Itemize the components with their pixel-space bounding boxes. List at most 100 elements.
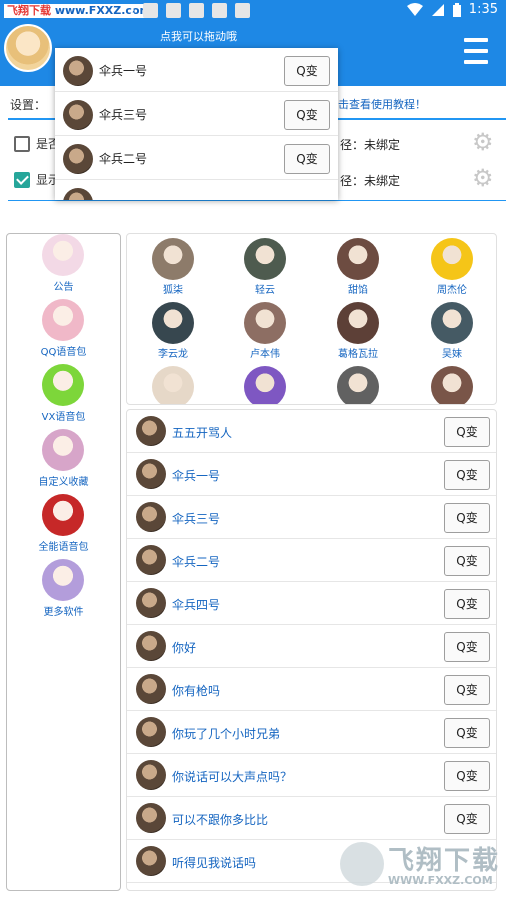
gear-icon[interactable]: ⚙ (472, 166, 496, 190)
menu-item-favorites[interactable]: 自定义收藏 (7, 429, 120, 493)
list-item[interactable]: 伞兵三号 Q变 (127, 496, 496, 539)
q-change-button[interactable]: Q变 (444, 804, 490, 834)
list-item[interactable]: 可以不跟你多比比 Q变 (127, 797, 496, 840)
gear-icon[interactable]: ⚙ (472, 130, 496, 154)
wifi-icon (406, 2, 423, 16)
avatar (136, 631, 166, 661)
voice-pack-card[interactable]: 甜馅 (313, 236, 403, 300)
q-change-button[interactable]: Q变 (444, 503, 490, 533)
path-status: 径：未绑定 (340, 138, 401, 152)
voice-pack-card[interactable]: 卢本伟 (220, 300, 310, 364)
download-icon: ⭳ (130, 2, 135, 18)
tutorial-link[interactable]: 击查看使用教程！ (338, 96, 426, 112)
q-change-button[interactable]: Q变 (444, 675, 490, 705)
voice-label: 你好 (172, 641, 197, 655)
avatar (136, 459, 166, 489)
voice-label: 伞兵二号 (172, 555, 221, 569)
voice-pack-avatar (337, 302, 379, 344)
q-change-button[interactable]: Q变 (444, 589, 490, 619)
voice-pack-label: 周杰伦 (437, 285, 467, 296)
avatar (63, 56, 93, 86)
voice-pack-label: 轻云 (255, 285, 275, 296)
voice-pack-card[interactable]: 李云龙 (128, 300, 218, 364)
q-change-button[interactable]: Q变 (284, 56, 330, 86)
list-item[interactable]: 伞兵一号 Q变 (55, 48, 338, 92)
watermark-name: 飞翔下载 (388, 846, 501, 876)
list-item[interactable]: 伞兵二号 Q变 (55, 136, 338, 180)
voice-label: 你有枪吗 (172, 684, 221, 698)
status-bar: 飞翔下载 www.FXXZ.com ⭳ 1:35 (0, 0, 506, 22)
avatar (136, 803, 166, 833)
wechat-icon (42, 364, 84, 406)
list-item[interactable]: 你好 Q变 (127, 625, 496, 668)
list-item[interactable] (55, 180, 338, 200)
q-change-button[interactable]: Q变 (444, 718, 490, 748)
checkbox[interactable] (14, 135, 30, 152)
avatar (136, 416, 166, 446)
favorites-icon (42, 429, 84, 471)
avatar (63, 144, 93, 174)
voice-pack-avatar (431, 366, 473, 404)
q-change-button[interactable]: Q变 (444, 417, 490, 447)
avatar[interactable] (4, 24, 52, 72)
voice-pack-card[interactable] (407, 364, 496, 404)
battery-icon (452, 2, 461, 17)
voice-pack-card[interactable]: 吴妹 (407, 300, 496, 364)
voice-pack-label: 甜馅 (348, 285, 368, 296)
q-change-button[interactable]: Q变 (444, 546, 490, 576)
voice-pack-card[interactable]: 葛格瓦拉 (313, 300, 403, 364)
voice-pack-card[interactable]: 狐柒 (128, 236, 218, 300)
voice-pack-card[interactable] (220, 364, 310, 404)
list-item[interactable]: 五五开骂人 Q变 (127, 410, 496, 453)
voice-label: 可以不跟你多比比 (172, 813, 269, 827)
list-item[interactable]: 伞兵三号 Q变 (55, 92, 338, 136)
voice-pack-avatar (152, 302, 194, 344)
list-item[interactable]: 伞兵四号 Q变 (127, 582, 496, 625)
list-item[interactable]: 你有枪吗 Q变 (127, 668, 496, 711)
menu-item-qq-voice[interactable]: QQ语音包 (7, 299, 120, 363)
category-menu: 公告 QQ语音包 VX语音包 自定义收藏 全能语音包 更多软件 (6, 233, 121, 891)
watermark-brand: 飞翔下载 (7, 4, 51, 17)
avatar (63, 188, 93, 200)
setting-row-2[interactable]: 显示 (14, 171, 60, 188)
menu-item-all-voice[interactable]: 全能语音包 (7, 494, 120, 558)
voice-label: 伞兵一号 (99, 64, 148, 78)
menu-item-announcement[interactable]: 公告 (7, 234, 120, 298)
drag-hint[interactable]: 点我可以拖动哦 (160, 28, 237, 44)
watermark-logo-icon (340, 842, 384, 886)
voice-pack-card[interactable]: 周杰伦 (407, 236, 496, 300)
voice-pack-avatar (431, 302, 473, 344)
voice-pack-avatar (244, 366, 286, 404)
list-item[interactable]: 你说话可以大声点吗？ Q变 (127, 754, 496, 797)
watermark-bottom: 飞翔下载 WWW.FXXZ.COM (340, 838, 502, 894)
menu-item-vx-voice[interactable]: VX语音包 (7, 364, 120, 428)
menu-item-more-apps[interactable]: 更多软件 (7, 559, 120, 623)
q-change-button[interactable]: Q变 (444, 632, 490, 662)
menu-icon[interactable] (464, 38, 488, 64)
list-item[interactable]: 伞兵一号 Q变 (127, 453, 496, 496)
voice-pack-card[interactable]: 轻云 (220, 236, 310, 300)
voice-label: 伞兵二号 (99, 152, 148, 166)
voice-pack-label: 葛格瓦拉 (338, 349, 378, 360)
floating-dropdown[interactable]: 伞兵一号 Q变 伞兵三号 Q变 伞兵二号 Q变 (55, 48, 338, 200)
clock: 1:35 (468, 2, 498, 17)
list-item[interactable]: 伞兵二号 Q变 (127, 539, 496, 582)
setting-row-1[interactable]: 是否 (14, 135, 60, 152)
checkbox-checked[interactable] (14, 171, 30, 188)
list-item[interactable]: 你玩了几个小时兄弟 Q变 (127, 711, 496, 754)
q-change-button[interactable]: Q变 (284, 100, 330, 130)
q-change-button[interactable]: Q变 (444, 761, 490, 791)
voice-pack-label: 李云龙 (158, 349, 188, 360)
voice-pack-card[interactable] (313, 364, 403, 404)
voice-pack-card[interactable] (128, 364, 218, 404)
voice-pack-avatar (337, 238, 379, 280)
q-change-button[interactable]: Q变 (444, 460, 490, 490)
q-change-button[interactable]: Q变 (284, 144, 330, 174)
voice-pack-avatar (244, 238, 286, 280)
voice-label: 你玩了几个小时兄弟 (172, 727, 281, 741)
voice-pack-grid: 狐柒 轻云 甜馅 周杰伦李云龙 卢本伟 葛格瓦拉 吴妹 (126, 233, 497, 405)
more-apps-icon (42, 559, 84, 601)
voice-pack-label: 狐柒 (163, 285, 183, 296)
avatar (136, 717, 166, 747)
voice-label: 伞兵三号 (99, 108, 148, 122)
